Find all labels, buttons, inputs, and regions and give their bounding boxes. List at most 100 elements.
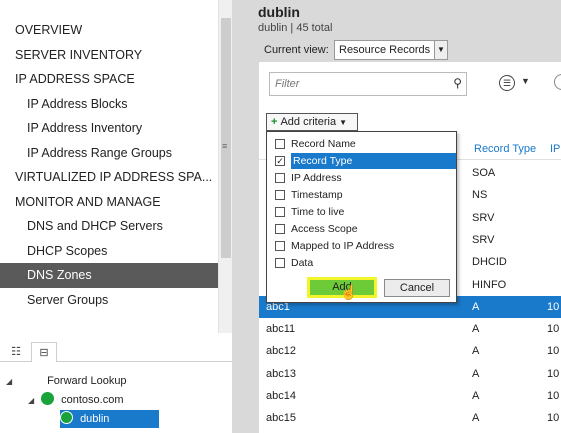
criteria-option[interactable]: Access Scope [271,221,456,237]
criteria-option-label: Timestamp [291,189,343,201]
tree-node-label: contoso.com [61,394,124,406]
list-view-tab[interactable]: ☷ [3,342,29,362]
list-options-icon[interactable]: ☰ [499,75,515,91]
checkbox[interactable] [275,139,285,149]
criteria-option[interactable]: ✓ Record Type [271,153,456,169]
table-row[interactable]: abc12 A 10 [259,340,561,362]
column-header-record-type[interactable]: Record Type [474,143,536,155]
criteria-option[interactable]: Mapped to IP Address [271,238,456,254]
nav-item[interactable]: DHCP Scopes [0,239,218,264]
splitter-grip-icon[interactable]: ≡ [222,142,227,151]
checkbox[interactable] [275,224,285,234]
page-subtitle: dublin | 45 total [258,22,333,34]
checkbox[interactable] [275,258,285,268]
nav-item[interactable]: IP Address Range Groups [0,141,218,166]
record-ip-cell: 10 [547,345,560,358]
add-criteria-label: Add criteria [280,116,337,128]
current-view-row: Current view: Resource Records ▼ [264,40,448,60]
hand-cursor-icon: ☝ [340,284,358,300]
cancel-button[interactable]: Cancel [384,279,450,297]
record-type-cell: A [472,390,480,402]
nav-item[interactable]: IP ADDRESS SPACE [0,67,218,92]
record-type-cell: DHCID [472,256,507,269]
record-type-cell: SOA [472,167,496,179]
record-ip-cell: 10 [547,412,560,425]
chevron-down-icon[interactable]: ▼ [521,76,530,86]
table-row[interactable]: abc13 A 10 [259,363,561,385]
criteria-option[interactable]: Timestamp [271,187,456,203]
criteria-option[interactable]: Data [271,255,456,271]
criteria-option-label: Time to live [291,206,345,218]
nav-item[interactable]: DNS Zones [0,263,218,288]
record-name-cell: abc14 [266,390,296,402]
record-ip-cell: 10 [547,323,560,336]
record-type-cell: SRV [472,211,495,224]
current-view-label: Current view: [264,44,329,56]
record-ip-cell: 10 [547,367,560,380]
record-ip-cell: 10 [547,300,560,313]
nav-item[interactable]: SERVER INVENTORY [0,43,218,68]
record-type-cell: A [472,300,480,313]
left-navigation-pane: OVERVIEW SERVER INVENTORY IP ADDRESS SPACE… [0,0,232,433]
table-row[interactable]: abc14 A 10 [259,385,561,407]
record-type-cell: HINFO [472,278,507,291]
tree-node-label: dublin [80,413,110,425]
nav-scrollbar-thumb[interactable] [221,18,231,258]
checkbox[interactable] [275,241,285,251]
current-view-select[interactable]: Resource Records ▼ [334,40,448,60]
nav-item[interactable]: Server Groups [0,288,218,313]
nav-list: OVERVIEW SERVER INVENTORY IP ADDRESS SPACE… [0,18,218,312]
criteria-option-label: Mapped to IP Address [291,240,395,252]
record-type-cell: A [472,367,480,380]
column-header-ip[interactable]: IP [550,143,560,155]
chevron-down-icon: ▼ [339,118,347,127]
record-type-cell: A [472,345,480,358]
tree-view-tab[interactable]: ⊟ [31,342,57,362]
page-title: dublin [258,4,300,20]
tree-view-tabs: ☷ ⊟ [0,340,232,362]
checkbox[interactable] [275,207,285,217]
zone-status-icon [60,411,73,424]
nav-item[interactable]: OVERVIEW [0,18,218,43]
add-criteria-button[interactable]: + Add criteria ▼ [266,113,358,131]
expand-arrow-icon[interactable]: ◢ [6,373,16,391]
checkbox-checked[interactable]: ✓ [275,156,285,166]
criteria-option[interactable]: IP Address [271,170,456,186]
search-icon[interactable]: ⚲ [453,76,462,90]
tree-node-dublin[interactable]: dublin [60,410,160,428]
checkbox[interactable] [275,190,285,200]
checkbox[interactable] [275,173,285,183]
nav-item[interactable]: IP Address Inventory [0,116,218,141]
record-name-cell: abc15 [266,412,296,425]
table-row[interactable]: abc15 A 10 [259,407,561,429]
chevron-down-icon[interactable]: ▼ [434,41,447,59]
record-type-cell: A [472,412,480,425]
tree-node-contoso[interactable]: ◢ contoso.com [28,391,124,409]
record-name-cell: abc12 [266,345,296,358]
criteria-option-label: Access Scope [291,223,358,235]
criteria-option-label: Record Name [291,138,356,150]
criteria-option[interactable]: Record Name [271,136,456,152]
circle-icon[interactable] [554,74,561,90]
zone-status-icon [41,392,55,405]
criteria-option-label: Data [291,257,314,269]
current-view-value: Resource Records [339,44,431,56]
record-name-cell: abc11 [266,323,296,336]
expand-arrow-icon[interactable]: ◢ [28,392,38,410]
record-name-cell: abc13 [266,367,296,380]
nav-item[interactable]: VIRTUALIZED IP ADDRESS SPA... [0,165,218,190]
nav-item[interactable]: IP Address Blocks [0,92,218,117]
nav-scrollbar[interactable]: ≡ [218,0,232,333]
criteria-option-label: Record Type [291,153,456,169]
filter-input[interactable]: Filter ⚲ [269,72,467,96]
nav-item[interactable]: DNS and DHCP Servers [0,214,218,239]
record-type-cell: NS [472,189,488,202]
add-criteria-dropdown: Record Name ✓ Record Type IP Address Timesta… [266,131,457,303]
table-row[interactable]: abc11 A 10 [259,318,561,340]
tree-node-forward-lookup[interactable]: ◢ Forward Lookup [6,372,127,390]
record-type-cell: A [472,323,480,336]
record-ip-cell: 10 [547,390,560,402]
criteria-option[interactable]: Time to live [271,204,456,220]
plus-icon: + [271,116,278,128]
nav-item[interactable]: MONITOR AND MANAGE [0,190,218,215]
